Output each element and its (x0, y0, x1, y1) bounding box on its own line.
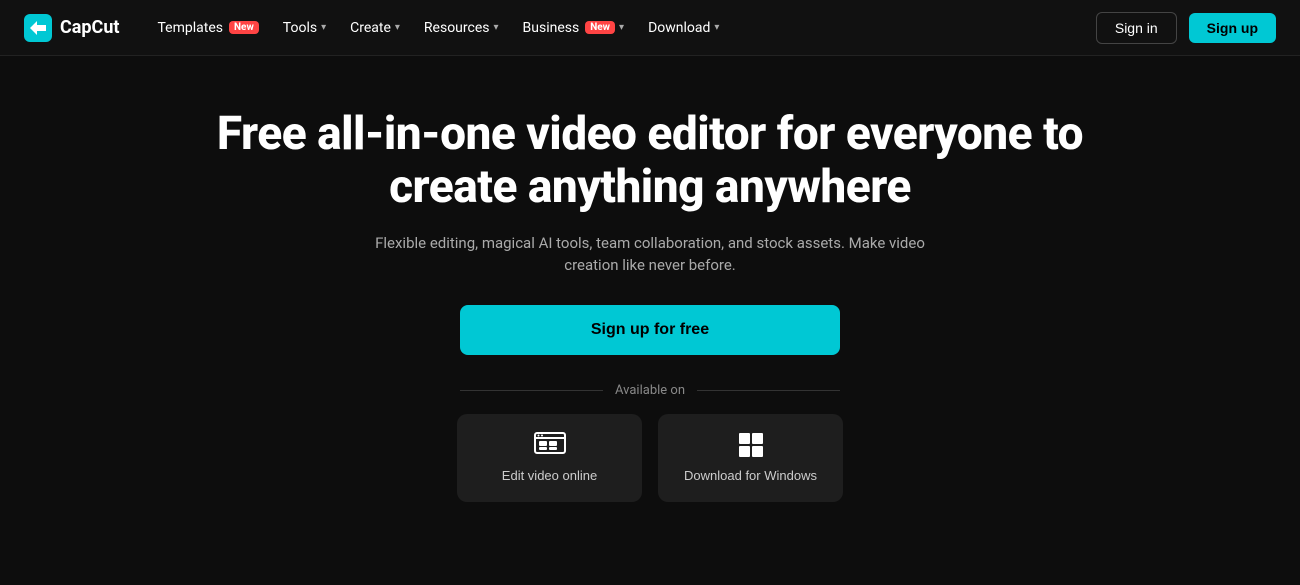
badge-business: New (585, 21, 615, 34)
platform-btn-online[interactable]: Edit video online (457, 414, 642, 502)
divider-left (460, 390, 603, 391)
navbar-left: CapCut Templates New Tools ▾ Create ▾ Re… (24, 14, 729, 42)
nav-item-create[interactable]: Create ▾ (340, 14, 410, 42)
nav-label-business: Business (523, 20, 580, 36)
available-on-section: Available on Edit video online (0, 383, 1300, 502)
nav-item-templates[interactable]: Templates New (147, 14, 268, 42)
nav-items: Templates New Tools ▾ Create ▾ Resources… (147, 14, 729, 42)
nav-item-tools[interactable]: Tools ▾ (273, 14, 336, 42)
navbar: CapCut Templates New Tools ▾ Create ▾ Re… (0, 0, 1300, 56)
hero-section: Free all-in-one video editor for everyon… (0, 56, 1300, 502)
nav-item-resources[interactable]: Resources ▾ (414, 14, 509, 42)
hero-subtitle: Flexible editing, magical AI tools, team… (350, 232, 950, 277)
chevron-create-icon: ▾ (395, 22, 400, 33)
nav-label-tools: Tools (283, 20, 317, 36)
signin-button[interactable]: Sign in (1096, 12, 1177, 44)
nav-label-resources: Resources (424, 20, 490, 36)
chevron-resources-icon: ▾ (494, 22, 499, 33)
platform-label-online: Edit video online (502, 468, 597, 483)
hero-title: Free all-in-one video editor for everyon… (200, 108, 1100, 214)
nav-item-download[interactable]: Download ▾ (638, 14, 729, 42)
capcut-logo-icon (24, 14, 52, 42)
chevron-tools-icon: ▾ (321, 22, 326, 33)
badge-templates: New (229, 21, 259, 34)
windows-icon (738, 432, 764, 458)
chevron-business-icon: ▾ (619, 22, 624, 33)
signup-button[interactable]: Sign up (1189, 13, 1276, 43)
logo[interactable]: CapCut (24, 14, 119, 42)
nav-label-create: Create (350, 20, 391, 36)
navbar-right: Sign in Sign up (1096, 12, 1276, 44)
platform-label-windows: Download for Windows (684, 468, 817, 483)
platform-buttons: Edit video online Download for Windows (457, 414, 843, 502)
nav-item-business[interactable]: Business New ▾ (513, 14, 635, 42)
platform-btn-windows[interactable]: Download for Windows (658, 414, 843, 502)
chevron-download-icon: ▾ (714, 22, 719, 33)
divider-right (697, 390, 840, 391)
available-label-row: Available on (460, 383, 840, 398)
nav-label-download: Download (648, 20, 710, 36)
monitor-icon (534, 432, 566, 458)
nav-label-templates: Templates (157, 20, 223, 36)
logo-text: CapCut (60, 17, 119, 38)
signup-hero-button[interactable]: Sign up for free (460, 305, 840, 355)
available-label: Available on (615, 383, 685, 398)
